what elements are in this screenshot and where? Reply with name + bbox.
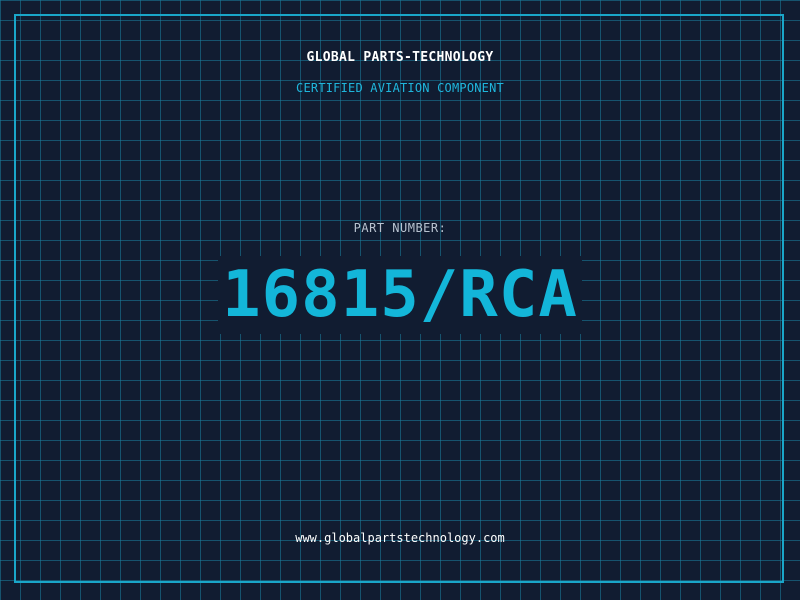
company-name: GLOBAL PARTS-TECHNOLOGY	[306, 50, 494, 65]
part-number-label: PART NUMBER:	[353, 221, 447, 235]
website-url: www.globalpartstechnology.com	[295, 531, 505, 545]
part-number-container: 16815/RCA	[0, 256, 800, 334]
certification-tagline: CERTIFIED AVIATION COMPONENT	[296, 81, 504, 95]
part-number-value: 16815/RCA	[218, 256, 582, 334]
